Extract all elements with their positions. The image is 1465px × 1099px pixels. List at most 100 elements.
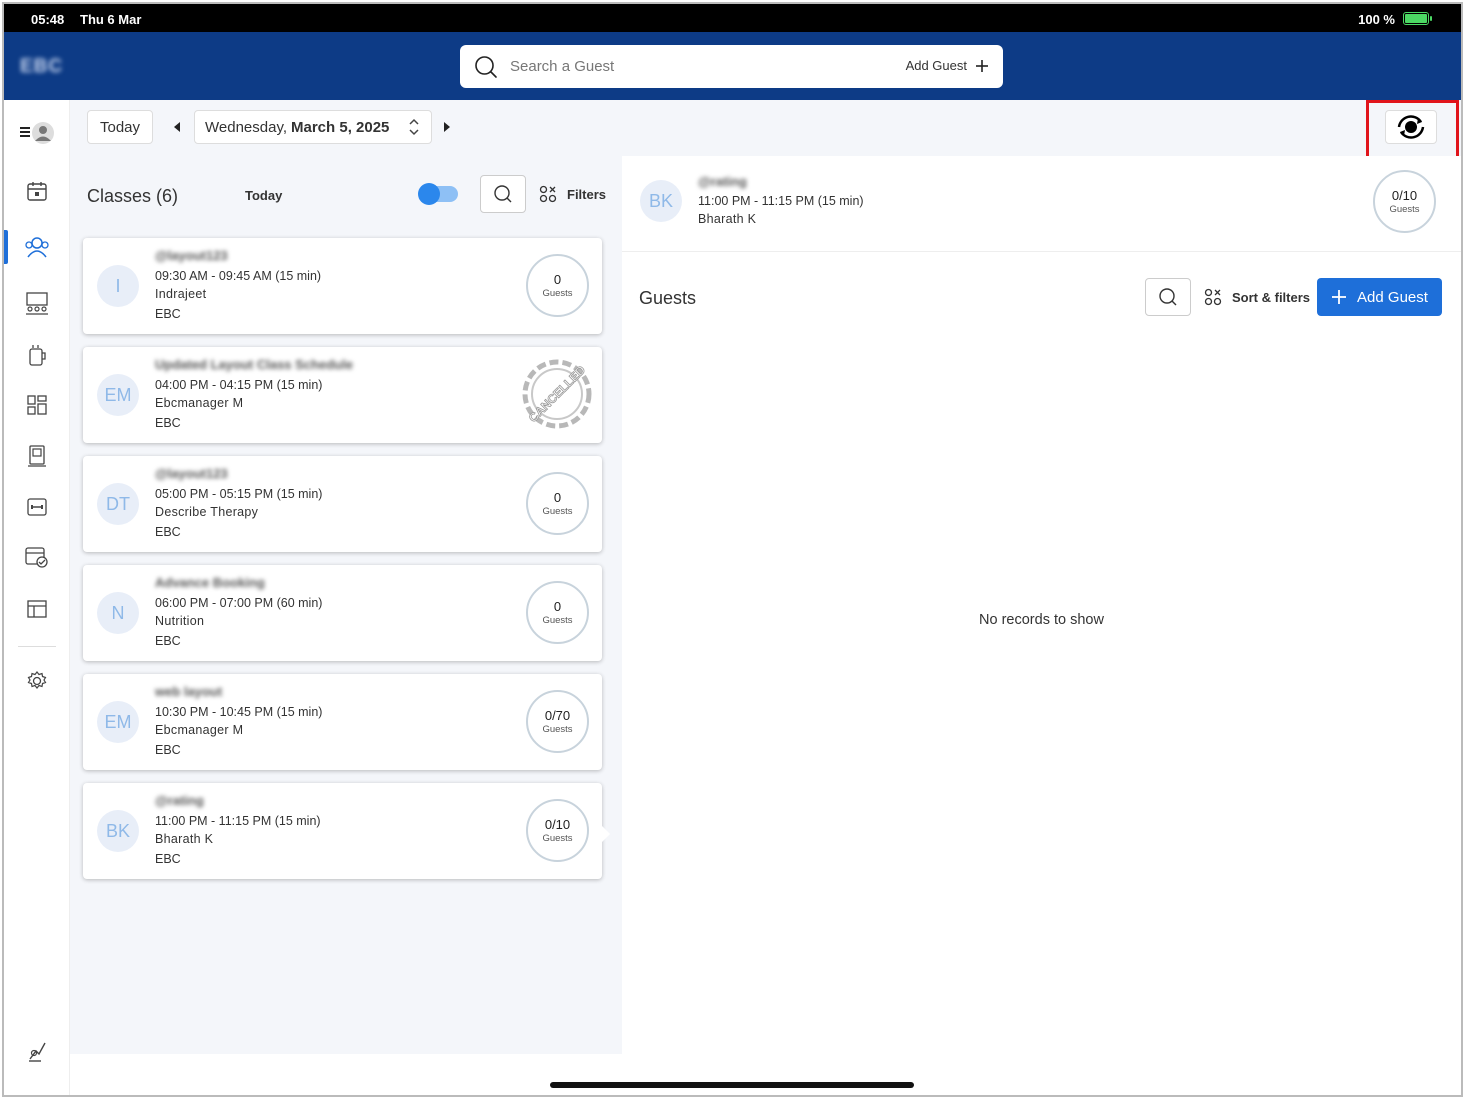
date-prefix: Wednesday, <box>205 118 287 136</box>
guest-count-label: Guests <box>542 833 573 844</box>
brand-logo: EBC <box>20 56 64 77</box>
header-add-guest-label: Add Guest <box>905 58 967 73</box>
plus-icon <box>1332 290 1347 304</box>
class-card[interactable]: EM web layout 10:30 PM - 10:45 PM (15 mi… <box>83 674 602 770</box>
class-name: @layout123 <box>155 466 228 481</box>
class-instructor: Bharath K <box>155 832 214 846</box>
guests-search-button[interactable] <box>1145 278 1191 316</box>
cancelled-stamp: CANCELLED <box>522 359 592 429</box>
plus-icon <box>976 59 988 72</box>
detail-guest-count-badge: 0/10 Guests <box>1373 170 1436 233</box>
sort-filters-button[interactable]: Sort & filters <box>1204 288 1310 306</box>
calendar-icon[interactable] <box>24 178 50 204</box>
class-name: Updated Layout Class Schedule <box>155 357 353 372</box>
class-time: 05:00 PM - 05:15 PM (15 min) <box>155 487 323 501</box>
class-time: 09:30 AM - 09:45 AM (15 min) <box>155 269 322 283</box>
guest-search-bar[interactable]: Search a Guest Add Guest <box>460 45 1003 88</box>
classes-title: Classes (6) <box>87 186 179 206</box>
guest-count-label: Guests <box>542 724 573 735</box>
class-avatar: BK <box>97 810 139 852</box>
guest-count-badge: 0 Guests <box>526 581 589 644</box>
class-avatar: EM <box>97 701 139 743</box>
class-card[interactable]: N Advance Booking 06:00 PM - 07:00 PM (6… <box>83 565 602 661</box>
guest-count: 0/10 <box>544 817 571 832</box>
wellness-calendar-icon[interactable] <box>24 544 50 570</box>
dashboard-grid-icon[interactable] <box>24 392 50 418</box>
cafe-icon[interactable] <box>24 342 50 368</box>
class-time: 04:00 PM - 04:15 PM (15 min) <box>155 378 323 392</box>
home-indicator[interactable] <box>550 1082 914 1088</box>
class-detail-header: BK @rating 11:00 PM - 11:15 PM (15 min) … <box>622 156 1461 252</box>
top-header: EBC Search a Guest Add Guest <box>4 32 1461 100</box>
detail-avatar: BK <box>640 180 682 222</box>
today-toggle[interactable] <box>418 183 458 205</box>
class-name: @layout123 <box>155 248 228 263</box>
class-location: EBC <box>155 852 181 866</box>
date-value: March 5, 2025 <box>291 118 390 136</box>
sort-filters-label: Sort & filters <box>1232 289 1311 305</box>
class-card[interactable]: EM Updated Layout Class Schedule 04:00 P… <box>83 347 602 443</box>
class-name: web layout <box>155 684 223 699</box>
class-name: Advance Booking <box>155 575 265 590</box>
empty-state-message: No records to show <box>979 612 1104 628</box>
class-instructor: Describe Therapy <box>155 505 259 519</box>
class-avatar: I <box>97 265 139 307</box>
guests-title: Guests <box>639 288 697 308</box>
battery-percent: 100 % <box>1358 12 1395 27</box>
guest-count-badge: 0 Guests <box>526 472 589 535</box>
classroom-icon[interactable] <box>24 290 50 316</box>
class-detail-panel: BK @rating 11:00 PM - 11:15 PM (15 min) … <box>622 156 1461 1095</box>
classes-search-button[interactable] <box>480 175 526 213</box>
equipment-icon[interactable] <box>24 494 50 520</box>
app-frame: 05:48 Thu 6 Mar 100 % EBC Search a Guest… <box>2 2 1463 1097</box>
kiosk-icon[interactable] <box>24 443 50 469</box>
filters-button[interactable]: Filters <box>539 185 606 203</box>
guest-count: 0/70 <box>544 708 571 723</box>
layout-icon[interactable] <box>24 596 50 622</box>
class-name: @rating <box>155 793 204 808</box>
header-add-guest-button[interactable]: Add Guest <box>906 58 989 73</box>
class-instructor: Ebcmanager M <box>155 396 244 410</box>
previous-day-icon[interactable] <box>174 122 180 132</box>
highlight-box <box>1366 100 1459 160</box>
class-location: EBC <box>155 307 181 321</box>
detail-guest-count-label: Guests <box>1389 204 1420 215</box>
class-time: 10:30 PM - 10:45 PM (15 min) <box>155 705 323 719</box>
class-avatar: N <box>97 592 139 634</box>
search-icon <box>494 185 512 203</box>
class-avatar: EM <box>97 374 139 416</box>
search-placeholder[interactable]: Search a Guest <box>510 58 614 75</box>
guest-count-badge: 0/70 Guests <box>526 690 589 753</box>
guests-icon[interactable] <box>24 234 50 260</box>
sidebar-divider <box>18 646 56 647</box>
add-guest-label: Add Guest <box>1357 288 1428 306</box>
class-card[interactable]: I @layout123 09:30 AM - 09:45 AM (15 min… <box>83 238 602 334</box>
settings-gear-icon[interactable] <box>24 668 50 694</box>
guest-count-label: Guests <box>542 288 573 299</box>
guest-count: 0 <box>553 599 562 614</box>
filter-icon <box>539 185 557 203</box>
class-card-selected[interactable]: BK @rating 11:00 PM - 11:15 PM (15 min) … <box>83 783 610 879</box>
detail-guest-count: 0/10 <box>1391 188 1418 203</box>
classes-today-label: Today <box>245 188 283 203</box>
today-button[interactable]: Today <box>87 110 153 144</box>
class-instructor: Indrajeet <box>155 287 207 301</box>
up-down-chevron-icon <box>409 118 419 136</box>
search-icon <box>1159 288 1177 306</box>
detail-class-time: 11:00 PM - 11:15 PM (15 min) <box>698 194 864 208</box>
class-location: EBC <box>155 634 181 648</box>
date-picker[interactable]: Wednesday, March 5, 2025 <box>194 110 432 144</box>
guest-count: 0 <box>553 490 562 505</box>
guest-count-badge: 0/10 Guests <box>526 799 589 862</box>
guest-count-badge: 0 Guests <box>526 254 589 317</box>
menu-avatar-icon[interactable] <box>18 120 56 146</box>
battery-icon <box>1403 12 1432 25</box>
tools-icon[interactable] <box>24 1038 50 1064</box>
status-time: 05:48 <box>31 12 65 27</box>
guest-count-label: Guests <box>542 615 573 626</box>
add-guest-button[interactable]: Add Guest <box>1317 278 1442 316</box>
active-nav-indicator <box>4 230 8 264</box>
detail-instructor: Bharath K <box>698 212 757 226</box>
next-day-icon[interactable] <box>444 122 450 132</box>
class-card[interactable]: DT @layout123 05:00 PM - 05:15 PM (15 mi… <box>83 456 602 552</box>
